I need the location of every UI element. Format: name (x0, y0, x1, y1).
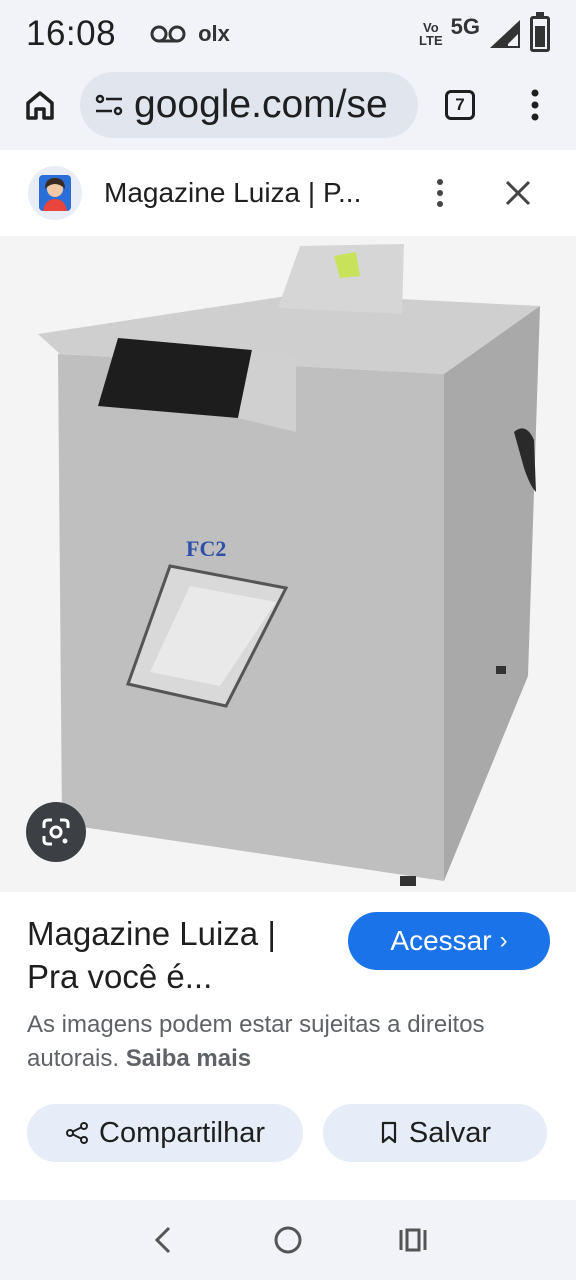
voicemail-icon (150, 25, 186, 43)
google-lens-button[interactable] (26, 802, 86, 862)
close-icon (505, 180, 531, 206)
bookmark-icon (381, 1121, 396, 1144)
browser-menu-button[interactable] (500, 70, 570, 140)
lens-icon (42, 818, 70, 846)
back-icon (154, 1226, 170, 1254)
result-title[interactable]: Magazine Luiza | Pra você é... (27, 912, 327, 998)
sheet-menu-button[interactable] (420, 170, 460, 216)
recents-icon (399, 1228, 427, 1252)
share-icon (66, 1122, 88, 1144)
home-button[interactable] (0, 70, 80, 140)
tab-switcher-button[interactable]: 7 (420, 70, 500, 140)
status-bar: 16:08 olx Vo LTE 5G (0, 0, 576, 68)
olx-app-icon: olx (198, 21, 230, 46)
signal-icon (490, 20, 520, 48)
save-label: Salvar (408, 1116, 492, 1149)
close-button[interactable] (496, 170, 540, 216)
visit-button[interactable]: Acessar › (348, 912, 550, 970)
site-settings-icon[interactable] (94, 92, 124, 118)
visit-label: Acessar (390, 925, 492, 956)
back-button[interactable] (133, 1210, 193, 1270)
circle-home-icon (274, 1226, 302, 1254)
home-nav-button[interactable] (258, 1210, 318, 1270)
avatar-icon (39, 175, 71, 211)
product-image[interactable]: FC2 (0, 236, 576, 892)
image-preview-sheet: Magazine Luiza | P... FC2 Magazine Luiza… (0, 150, 576, 1200)
site-favicon (28, 166, 82, 220)
battery-icon (530, 12, 550, 52)
status-time: 16:08 (26, 14, 117, 53)
fc2-logo: FC2 (186, 536, 226, 561)
volte-icon: Vo LTE (419, 20, 443, 48)
share-button[interactable]: Compartilhar (27, 1104, 303, 1162)
notification-icons: olx (150, 21, 230, 47)
system-nav-bar (0, 1200, 576, 1280)
network-type: 5G (450, 14, 480, 39)
url-text: google.com/se (134, 83, 388, 126)
address-bar[interactable]: google.com/se (80, 72, 418, 138)
copyright-notice: As imagens podem estar sujeitas a direit… (27, 1011, 485, 1072)
recents-button[interactable] (383, 1210, 443, 1270)
learn-more-link[interactable]: Saiba mais (126, 1045, 251, 1072)
source-title: Magazine Luiza | P... (104, 177, 362, 208)
share-label: Compartilhar (99, 1116, 265, 1149)
machine-illustration: FC2 (0, 236, 576, 892)
chevron-right-icon: › (499, 927, 508, 954)
status-right: Vo LTE 5G (419, 12, 550, 52)
sheet-header: Magazine Luiza | P... (0, 150, 576, 236)
more-vert-icon (437, 179, 443, 207)
tab-count: 7 (445, 90, 475, 120)
save-button[interactable]: Salvar (323, 1104, 547, 1162)
home-icon (26, 91, 54, 120)
more-vert-icon (531, 89, 539, 121)
browser-toolbar: google.com/se 7 (0, 70, 576, 140)
